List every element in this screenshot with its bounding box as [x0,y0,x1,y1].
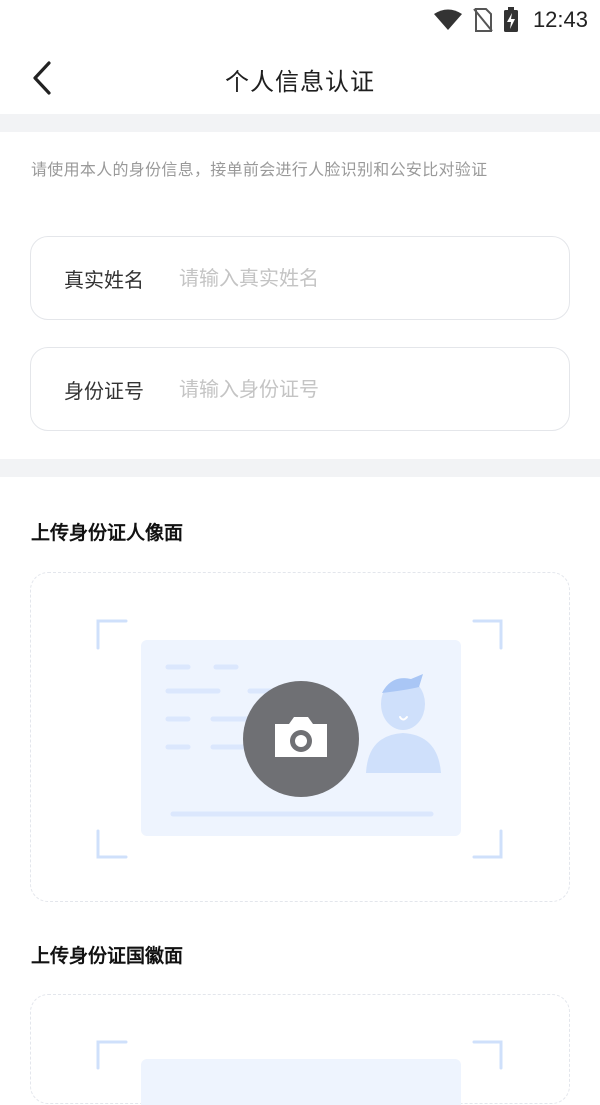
name-field[interactable]: 真实姓名 [30,236,570,320]
verification-notice: 请使用本人的身份信息，接单前会进行人脸识别和公安比对验证 [31,160,488,179]
no-sim-icon [473,8,493,32]
id-card-back-illustration [96,1040,503,1105]
id-number-field-label: 身份证号 [64,378,144,403]
status-icons: 12:43 [433,6,588,34]
upload-front-box[interactable] [30,572,570,902]
status-time: 12:43 [532,7,588,32]
section-divider [0,459,600,477]
wifi-icon [433,9,462,30]
id-number-input[interactable] [179,348,569,430]
page-title: 个人信息认证 [225,68,375,96]
id-card-front-illustration [96,619,503,859]
status-bar: 12:43 [0,0,600,44]
battery-charging-icon [503,7,518,32]
upload-back-box[interactable] [30,994,570,1105]
upload-back-title: 上传身份证国徽面 [31,945,184,967]
camera-icon [243,681,359,797]
id-number-field[interactable]: 身份证号 [30,347,570,431]
section-divider [0,114,600,132]
name-field-label: 真实姓名 [64,267,144,292]
name-input[interactable] [179,237,569,319]
app-bar: 个人信息认证 [0,44,600,114]
upload-front-title: 上传身份证人像面 [31,522,184,544]
